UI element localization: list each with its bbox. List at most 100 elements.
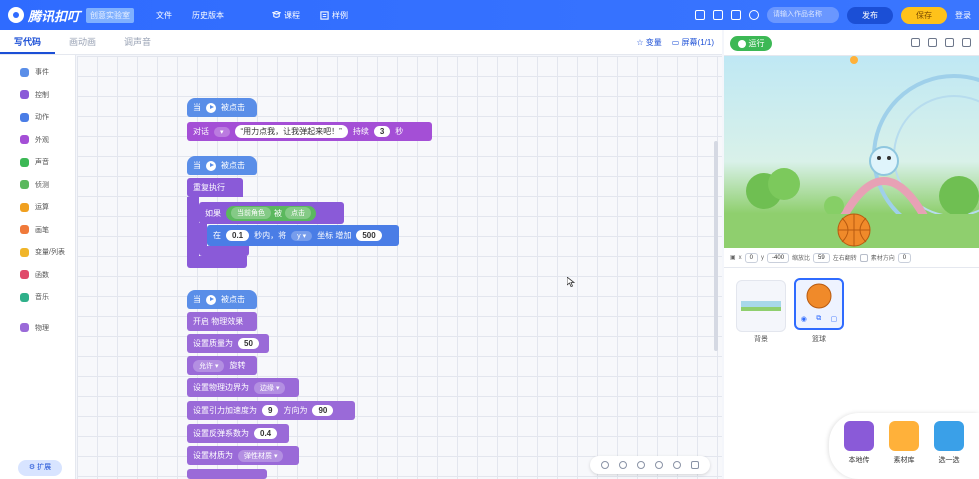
x-input[interactable]: 0 <box>744 252 759 263</box>
category-item[interactable]: 动作 <box>0 106 75 129</box>
category-item[interactable]: 画笔 <box>0 219 75 242</box>
tree <box>768 168 800 200</box>
mass-input[interactable]: 50 <box>238 338 259 349</box>
when-flag-clicked-block-3[interactable]: 当 被点击 <box>187 290 257 309</box>
workspace-scrollbar[interactable] <box>714 141 718 351</box>
logo-badge: 创意实验室 <box>86 7 135 23</box>
category-item[interactable]: 函数 <box>0 264 75 287</box>
scan-icon[interactable] <box>749 10 759 20</box>
axis-dropdown[interactable]: y ▾ <box>291 230 313 241</box>
sprite-properties-bar: ▣ x 0 y -400 缩放比 59 左右翻转 素材方向 0 <box>724 248 979 268</box>
category-item[interactable]: 变量/列表 <box>0 241 75 264</box>
direction-input[interactable]: 90 <box>312 405 334 416</box>
pick-one-button[interactable]: 选一选 <box>929 421 969 465</box>
basketball-thumbnail[interactable]: ◉ ⧉ ▢ <box>794 278 844 330</box>
category-item[interactable]: 控制 <box>0 84 75 107</box>
variables-button[interactable]: ☆ 变量 <box>636 37 661 48</box>
backdrop-thumbnail[interactable] <box>736 280 786 332</box>
category-icon <box>20 135 29 145</box>
tab-sound[interactable]: 调声音 <box>110 35 165 54</box>
set-bounce-block[interactable]: 设置反弹系数为 0.4 <box>187 424 289 443</box>
code-workspace[interactable]: 当 被点击 对话 ▾ “用力点我，让我弹起来吧！” 持续 3 秒 当 被点击 重复… <box>77 56 722 479</box>
run-button[interactable]: 运行 <box>730 36 772 51</box>
enable-physics-block[interactable]: 开启 物理效果 <box>187 312 257 331</box>
border-dropdown[interactable]: 边缘 ▾ <box>254 381 286 394</box>
extensions-button[interactable]: ⚙ 扩展 <box>18 460 62 476</box>
layout-icon[interactable] <box>945 38 954 47</box>
set-border-block[interactable]: 设置物理边界为 边缘 ▾ <box>187 378 299 397</box>
say-for-secs-block[interactable]: 对话 ▾ “用力点我，让我弹起来吧！” 持续 3 秒 <box>187 122 432 141</box>
set-gravity-block[interactable]: 设置引力加速度为 9 方向为 90 <box>187 401 355 420</box>
glide-amount-input[interactable]: 500 <box>356 230 382 241</box>
eye-icon[interactable]: ◉ <box>801 315 807 323</box>
menu-course[interactable]: 课程 <box>272 10 300 21</box>
stage-scene <box>724 56 979 248</box>
publish-button[interactable]: 发布 <box>847 6 893 24</box>
category-item[interactable]: 声音 <box>0 151 75 174</box>
add-sprite-panel: 本地传 素材库 选一选 <box>829 413 979 479</box>
flip-checkbox[interactable] <box>859 253 868 262</box>
scale-input[interactable]: 59 <box>813 252 830 263</box>
zoom-out-icon[interactable] <box>655 461 663 469</box>
set-mass-block[interactable]: 设置质量为 50 <box>187 334 269 353</box>
category-label: 事件 <box>35 69 49 77</box>
allow-dropdown[interactable]: 允许 ▾ <box>193 359 225 372</box>
set-material-block[interactable]: 设置材质为 弹性材质 ▾ <box>187 446 299 465</box>
zoom-reset-icon[interactable] <box>673 461 681 469</box>
gravity-input[interactable]: 9 <box>262 405 279 416</box>
forever-block[interactable]: 重复执行 <box>187 178 243 197</box>
fullscreen-icon[interactable] <box>962 38 971 47</box>
if-block[interactable]: 如果 当前角色 被 点击 <box>199 202 344 224</box>
category-label: 控制 <box>35 91 49 99</box>
category-item[interactable]: 物理 <box>0 317 75 340</box>
grid-icon[interactable] <box>691 461 699 469</box>
project-name-input[interactable]: 请输入作品名称 <box>767 7 839 23</box>
undo-icon[interactable] <box>601 461 609 469</box>
category-icon <box>20 323 29 333</box>
when-flag-clicked-block-2[interactable]: 当 被点击 <box>187 156 257 175</box>
upload-icon[interactable] <box>695 10 705 20</box>
stage-canvas[interactable] <box>724 56 979 248</box>
category-sidebar: 事件控制动作 外观 声音 侦测 运算 画笔变量/列表函数 音乐物理 ⚙ 扩展 <box>0 55 76 479</box>
app-logo[interactable]: 腾讯扣叮 创意实验室 <box>8 6 135 25</box>
category-item[interactable]: 侦测 <box>0 174 75 197</box>
zoom-in-icon[interactable] <box>637 461 645 469</box>
category-item[interactable]: 外观 <box>0 129 75 152</box>
device-icon[interactable] <box>731 10 741 20</box>
allow-rotate-block[interactable]: 允许 ▾ 旋转 <box>187 356 257 375</box>
partial-block[interactable] <box>187 469 267 479</box>
menu-history[interactable]: 历史版本 <box>192 10 224 21</box>
category-item[interactable]: 音乐 <box>0 286 75 309</box>
small-stage-icon[interactable] <box>911 38 920 47</box>
upload-local-button[interactable]: 本地传 <box>839 421 879 465</box>
y-input[interactable]: -400 <box>767 252 790 263</box>
say-text-input[interactable]: “用力点我，让我弹起来吧！” <box>234 125 348 138</box>
glide-secs-input[interactable]: 0.1 <box>226 230 250 241</box>
delete-icon[interactable]: ▢ <box>831 315 838 323</box>
bounce-input[interactable]: 0.4 <box>254 428 278 439</box>
play-icon <box>206 160 216 171</box>
when-flag-clicked-block[interactable]: 当 被点击 <box>187 98 257 117</box>
redo-icon[interactable] <box>619 461 627 469</box>
glide-y-block[interactable]: 在 0.1 秒内，将 y ▾ 坐标 增加 500 <box>207 225 399 246</box>
copy-icon[interactable]: ⧉ <box>816 315 821 323</box>
category-item[interactable]: 事件 <box>0 61 75 84</box>
save-local-icon[interactable] <box>713 10 723 20</box>
material-dropdown[interactable]: 弹性材质 ▾ <box>238 449 284 462</box>
menu-file[interactable]: 文件 <box>156 10 172 21</box>
sprite-clicked-condition[interactable]: 当前角色 被 点击 <box>226 205 316 221</box>
say-secs-input[interactable]: 3 <box>373 126 391 137</box>
login-link[interactable]: 登录 <box>955 10 971 21</box>
asset-library-button[interactable]: 素材库 <box>884 421 924 465</box>
tree <box>939 176 979 216</box>
category-item[interactable]: 运算 <box>0 196 75 219</box>
category-label: 变量/列表 <box>35 249 65 257</box>
rotation-input[interactable]: 0 <box>897 252 912 263</box>
large-stage-icon[interactable] <box>928 38 937 47</box>
menu-examples[interactable]: 样例 <box>320 10 348 21</box>
save-button[interactable]: 保存 <box>901 6 947 24</box>
tab-animation[interactable]: 画动画 <box>55 35 110 54</box>
tab-code[interactable]: 写代码 <box>0 35 56 54</box>
screen-button[interactable]: ▭ 屏幕(1/1) <box>672 37 714 48</box>
category-icon <box>20 112 29 122</box>
